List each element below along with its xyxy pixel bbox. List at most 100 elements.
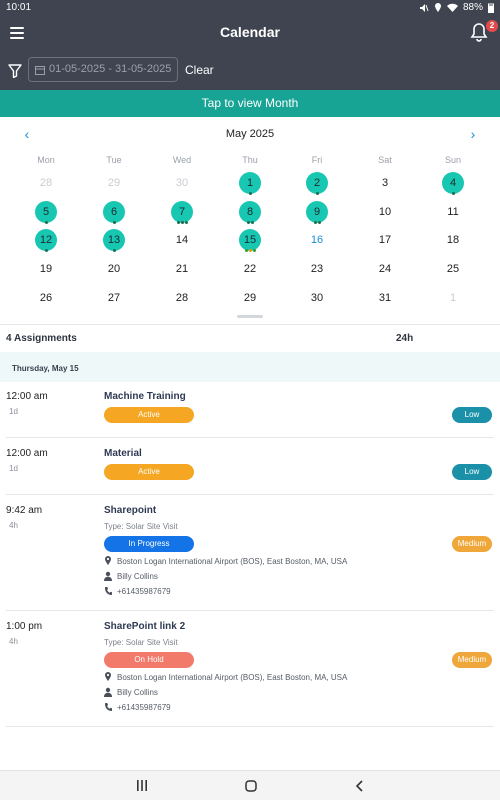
notification-badge: 2 [486, 20, 498, 32]
calendar-day[interactable]: 3 [374, 172, 396, 194]
item-duration: 4h [9, 637, 18, 646]
calendar-day[interactable]: 17 [374, 229, 396, 251]
calendar-day[interactable]: 28 [171, 287, 193, 309]
date-range-field[interactable]: 01-05-2025 - 31-05-2025 [28, 57, 178, 82]
weekday-label: Thu [242, 155, 258, 165]
calendar-day[interactable]: 9 [306, 201, 328, 224]
list-item[interactable]: 12:00 am 1d Machine Training Active Low [0, 391, 500, 437]
calendar-day[interactable]: 25 [442, 258, 464, 280]
calendar-day[interactable]: 30 [171, 172, 193, 194]
assignments-summary: 4 Assignments 24h [0, 326, 500, 350]
item-location: Boston Logan International Airport (BOS)… [104, 556, 347, 566]
status-badge: Active [104, 464, 194, 480]
calendar-day[interactable]: 8 [239, 201, 261, 224]
calendar-day[interactable]: 29 [239, 287, 261, 309]
event-dot [317, 221, 321, 224]
calendar-header: ‹ May 2025 › [0, 126, 500, 144]
chevron-right-icon[interactable]: › [466, 126, 480, 142]
calendar-day[interactable]: 6 [103, 201, 125, 224]
home-icon[interactable] [245, 780, 257, 792]
calendar-day[interactable]: 22 [239, 258, 261, 280]
calendar-day[interactable]: 7 [171, 201, 193, 224]
calendar-day[interactable]: 26 [35, 287, 57, 309]
event-dots [35, 249, 57, 252]
calendar-day[interactable]: 4 [442, 172, 464, 195]
assignments-count: 4 Assignments [6, 333, 77, 344]
calendar-day[interactable]: 2 [306, 172, 328, 195]
battery-icon [488, 3, 494, 13]
event-dots [239, 249, 261, 252]
item-title: Machine Training [104, 391, 186, 402]
list-item[interactable]: 12:00 am 1d Material Active Low [0, 448, 500, 494]
recent-apps-icon[interactable] [136, 780, 148, 791]
calendar-day[interactable]: 19 [35, 258, 57, 280]
view-month-button[interactable]: Tap to view Month [0, 90, 500, 117]
location-text: Boston Logan International Airport (BOS)… [117, 672, 348, 682]
calendar-day[interactable]: 27 [103, 287, 125, 309]
item-duration: 1d [9, 407, 18, 416]
divider [6, 726, 494, 727]
calendar-icon [35, 65, 45, 75]
event-dots [306, 221, 328, 224]
item-phone[interactable]: +61435987679 [104, 702, 171, 712]
calendar-day[interactable]: 15 [239, 229, 261, 252]
list-item[interactable]: 9:42 am 4h Sharepoint Type: Solar Site V… [0, 505, 500, 605]
event-dot [244, 249, 248, 252]
event-dot [315, 192, 319, 195]
phone-number: +61435987679 [117, 586, 171, 596]
calendar-day[interactable]: 23 [306, 258, 328, 280]
event-dots [35, 221, 57, 224]
calendar-day[interactable]: 28 [35, 172, 57, 194]
event-dot [112, 249, 116, 252]
calendar-day[interactable]: 29 [103, 172, 125, 194]
item-title: Sharepoint [104, 505, 157, 516]
drag-handle[interactable] [237, 315, 263, 318]
divider [0, 324, 500, 325]
phone-icon [105, 703, 112, 711]
event-dot [184, 221, 188, 224]
calendar-day[interactable]: 1 [239, 172, 261, 195]
wifi-icon [446, 3, 458, 12]
weekday-label: Fri [311, 155, 323, 165]
calendar-day[interactable]: 10 [374, 201, 396, 223]
event-dots [103, 221, 125, 224]
calendar-day[interactable]: 11 [442, 201, 464, 223]
divider [6, 437, 494, 438]
calendar-day[interactable]: 13 [103, 229, 125, 252]
calendar-day[interactable]: 20 [103, 258, 125, 280]
item-type: Type: Solar Site Visit [104, 638, 178, 647]
calendar-day[interactable]: 16 [306, 229, 328, 251]
calendar-day[interactable]: 24 [374, 258, 396, 280]
filter-icon[interactable] [8, 64, 22, 78]
divider [6, 610, 494, 611]
list-item[interactable]: 1:00 pm 4h SharePoint link 2 Type: Solar… [0, 621, 500, 721]
back-icon[interactable] [355, 780, 363, 792]
calendar-day[interactable]: 1 [442, 287, 464, 309]
calendar-day[interactable]: 30 [306, 287, 328, 309]
clear-button[interactable]: Clear [185, 63, 214, 77]
person-name: Billy Collins [117, 687, 158, 697]
event-dot [250, 221, 254, 224]
calendar-day[interactable]: 12 [35, 229, 57, 252]
item-phone[interactable]: +61435987679 [104, 586, 171, 596]
phone-icon [105, 587, 112, 595]
page-title: Calendar [220, 24, 280, 40]
calendar-day[interactable]: 18 [442, 229, 464, 251]
priority-badge: Medium [452, 652, 492, 668]
event-dot [451, 192, 455, 195]
event-dots [103, 249, 125, 252]
calendar-day[interactable]: 5 [35, 201, 57, 224]
weekday-label: Wed [172, 155, 192, 165]
calendar-day[interactable]: 31 [374, 287, 396, 309]
item-person: Billy Collins [104, 571, 158, 581]
calendar-day[interactable]: 21 [171, 258, 193, 280]
item-title: Material [104, 448, 142, 459]
calendar-day[interactable]: 14 [171, 229, 193, 251]
weekday-label: Tue [106, 155, 122, 165]
item-time: 9:42 am [6, 505, 43, 516]
event-dot [252, 249, 256, 252]
section-date: Thursday, May 15 [12, 364, 79, 373]
status-time: 10:01 [6, 2, 32, 13]
item-time: 1:00 pm [6, 621, 43, 632]
event-dots [239, 221, 261, 224]
